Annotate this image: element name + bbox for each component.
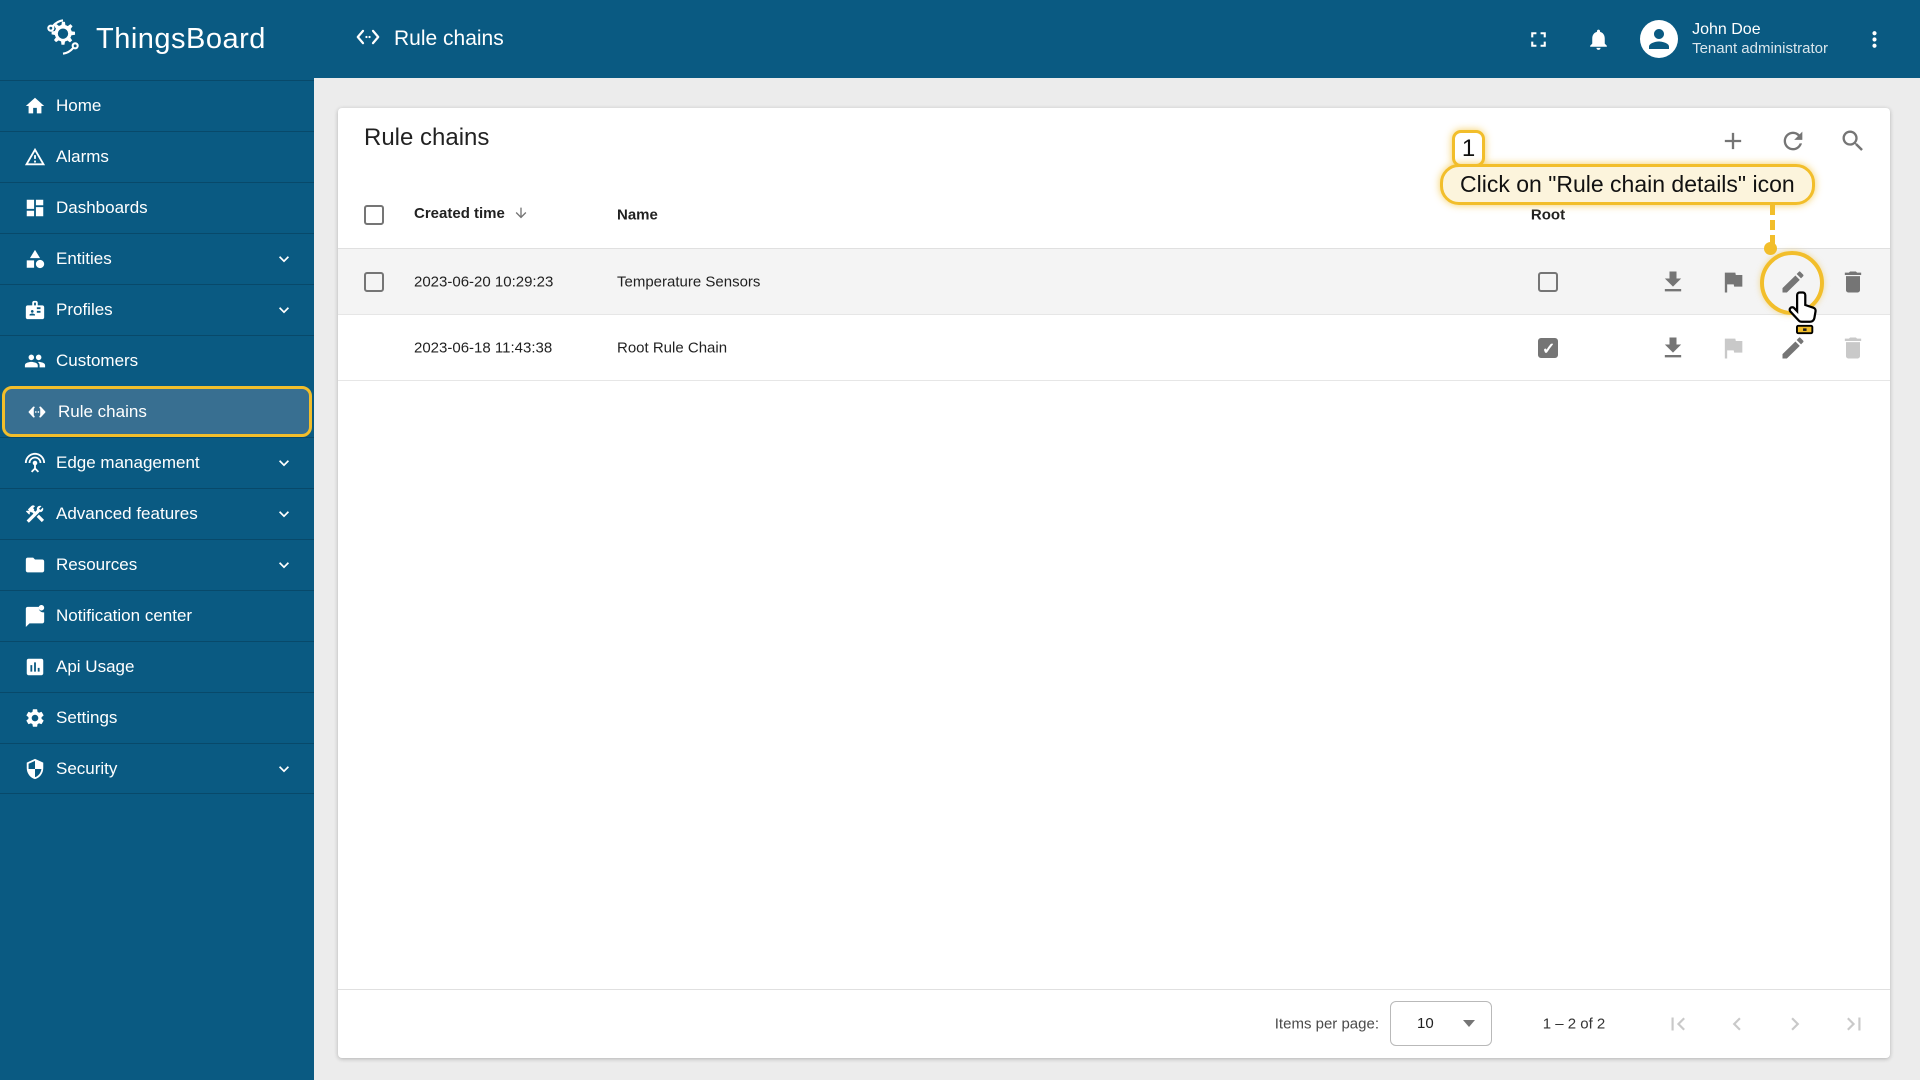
sidebar-item-profiles[interactable]: Profiles <box>0 284 314 335</box>
chart-icon <box>24 656 46 678</box>
page-range-label: 1 – 2 of 2 <box>1542 1015 1606 1033</box>
sidebar-item-dashboards[interactable]: Dashboards <box>0 182 314 233</box>
topbar: Rule chains John Doe Tenant administrato… <box>314 0 1920 78</box>
user-role: Tenant administrator <box>1692 39 1828 57</box>
cell-created-time: 2023-06-18 11:43:38 <box>414 339 553 356</box>
thingsboard-app: ThingsBoard Home Alarms Dashboards Entit… <box>0 0 1920 1080</box>
people-icon <box>24 350 46 372</box>
thingsboard-bug-gear-icon <box>40 14 86 65</box>
category-icon <box>24 248 46 270</box>
root-checkbox-checked[interactable] <box>1538 337 1558 359</box>
delete-trash-icon[interactable] <box>1839 268 1867 296</box>
avatar[interactable] <box>1640 20 1679 58</box>
sidebar-item-customers[interactable]: Customers <box>0 335 314 386</box>
warning-icon <box>24 146 46 168</box>
tutorial-dashed-connector <box>1770 205 1775 245</box>
more-vert-icon[interactable] <box>1854 19 1894 59</box>
download-icon[interactable] <box>1659 268 1687 296</box>
chevron-down-icon <box>274 300 294 320</box>
flag-icon <box>1719 334 1747 362</box>
rule-chain-icon <box>354 27 382 52</box>
sidebar-item-home[interactable]: Home <box>0 80 314 131</box>
chevron-down-icon <box>274 759 294 779</box>
folder-icon <box>24 554 46 576</box>
sidebar-item-security[interactable]: Security <box>0 743 314 794</box>
flag-icon[interactable] <box>1719 268 1747 296</box>
shield-icon <box>24 758 46 780</box>
add-icon[interactable] <box>1719 127 1747 155</box>
gear-icon <box>24 707 46 729</box>
search-icon[interactable] <box>1839 127 1867 155</box>
notifications-bell-icon[interactable] <box>1578 19 1618 59</box>
topbar-actions: John Doe Tenant administrator <box>1518 19 1894 59</box>
user-name: John Doe <box>1692 20 1761 38</box>
refresh-icon[interactable] <box>1779 127 1807 155</box>
prev-page-icon[interactable] <box>1724 1011 1750 1037</box>
delete-trash-icon <box>1839 334 1867 362</box>
chevron-down-icon <box>274 249 294 269</box>
cell-created-time: 2023-06-20 10:29:23 <box>414 273 554 290</box>
pagination-bar: Items per page: 10 1 – 2 of 2 <box>338 989 1890 1058</box>
sidebar-item-entities[interactable]: Entities <box>0 233 314 284</box>
select-all-checkbox[interactable] <box>364 205 384 225</box>
breadcrumb: Rule chains <box>354 27 504 52</box>
next-page-icon[interactable] <box>1782 1011 1808 1037</box>
download-icon[interactable] <box>1659 334 1687 362</box>
last-page-icon[interactable] <box>1841 1011 1867 1037</box>
sidebar-nav: Home Alarms Dashboards Entities Profiles <box>0 80 314 794</box>
sidebar-item-notification-center[interactable]: Notification center <box>0 590 314 641</box>
fullscreen-icon[interactable] <box>1518 19 1558 59</box>
rule-chains-card: Rule chains Created time Name Root 2023-… <box>338 108 1890 1058</box>
column-header-root: Root <box>1530 206 1566 224</box>
sidebar-item-settings[interactable]: Settings <box>0 692 314 743</box>
construction-icon <box>24 503 46 525</box>
column-header-created-time[interactable]: Created time <box>414 205 529 225</box>
home-icon <box>24 95 46 117</box>
cell-name: Temperature Sensors <box>617 273 761 290</box>
first-page-icon[interactable] <box>1665 1011 1691 1037</box>
badge-icon <box>24 299 46 321</box>
tutorial-tooltip: Click on "Rule chain details" icon <box>1440 164 1815 205</box>
chat-unread-icon <box>24 605 46 627</box>
sidebar-item-edge-management[interactable]: Edge management <box>0 437 314 488</box>
tutorial-connector-dot <box>1764 242 1777 255</box>
sidebar-item-alarms[interactable]: Alarms <box>0 131 314 182</box>
page-size-value: 10 <box>1417 1015 1434 1032</box>
row-checkbox[interactable] <box>364 271 384 292</box>
rule-chain-details-edit-icon[interactable] <box>1779 334 1807 362</box>
table-row[interactable]: 2023-06-18 11:43:38 Root Rule Chain <box>338 315 1890 381</box>
chevron-down-icon <box>274 555 294 575</box>
sidebar: ThingsBoard Home Alarms Dashboards Entit… <box>0 0 314 1080</box>
select-caret-icon <box>1463 1020 1475 1027</box>
sidebar-item-api-usage[interactable]: Api Usage <box>0 641 314 692</box>
arrow-downward-icon <box>513 205 529 225</box>
sidebar-item-rule-chains[interactable]: Rule chains <box>2 386 312 437</box>
brand-name: ThingsBoard <box>96 22 266 55</box>
table-row[interactable]: 2023-06-20 10:29:23 Temperature Sensors <box>338 249 1890 315</box>
root-checkbox[interactable] <box>1538 271 1558 292</box>
person-icon <box>1649 29 1670 49</box>
sidebar-item-advanced-features[interactable]: Advanced features <box>0 488 314 539</box>
column-header-name[interactable]: Name <box>617 207 658 224</box>
sidebar-item-resources[interactable]: Resources <box>0 539 314 590</box>
page-title: Rule chains <box>394 27 504 50</box>
antenna-icon <box>24 452 46 474</box>
items-per-page-label: Items per page: <box>1274 1015 1379 1033</box>
hand-cursor-icon <box>1784 289 1824 337</box>
tutorial-step-badge: 1 <box>1452 130 1485 167</box>
card-title: Rule chains <box>364 124 490 151</box>
chevron-down-icon <box>274 504 294 524</box>
user-info[interactable]: John Doe Tenant administrator <box>1692 20 1828 59</box>
page-size-select[interactable]: 10 <box>1390 1001 1492 1046</box>
chevron-down-icon <box>274 453 294 473</box>
cell-name: Root Rule Chain <box>617 339 728 356</box>
rule-chain-icon <box>26 401 48 423</box>
dashboard-icon <box>24 197 46 219</box>
brand-logo[interactable]: ThingsBoard <box>0 0 314 78</box>
